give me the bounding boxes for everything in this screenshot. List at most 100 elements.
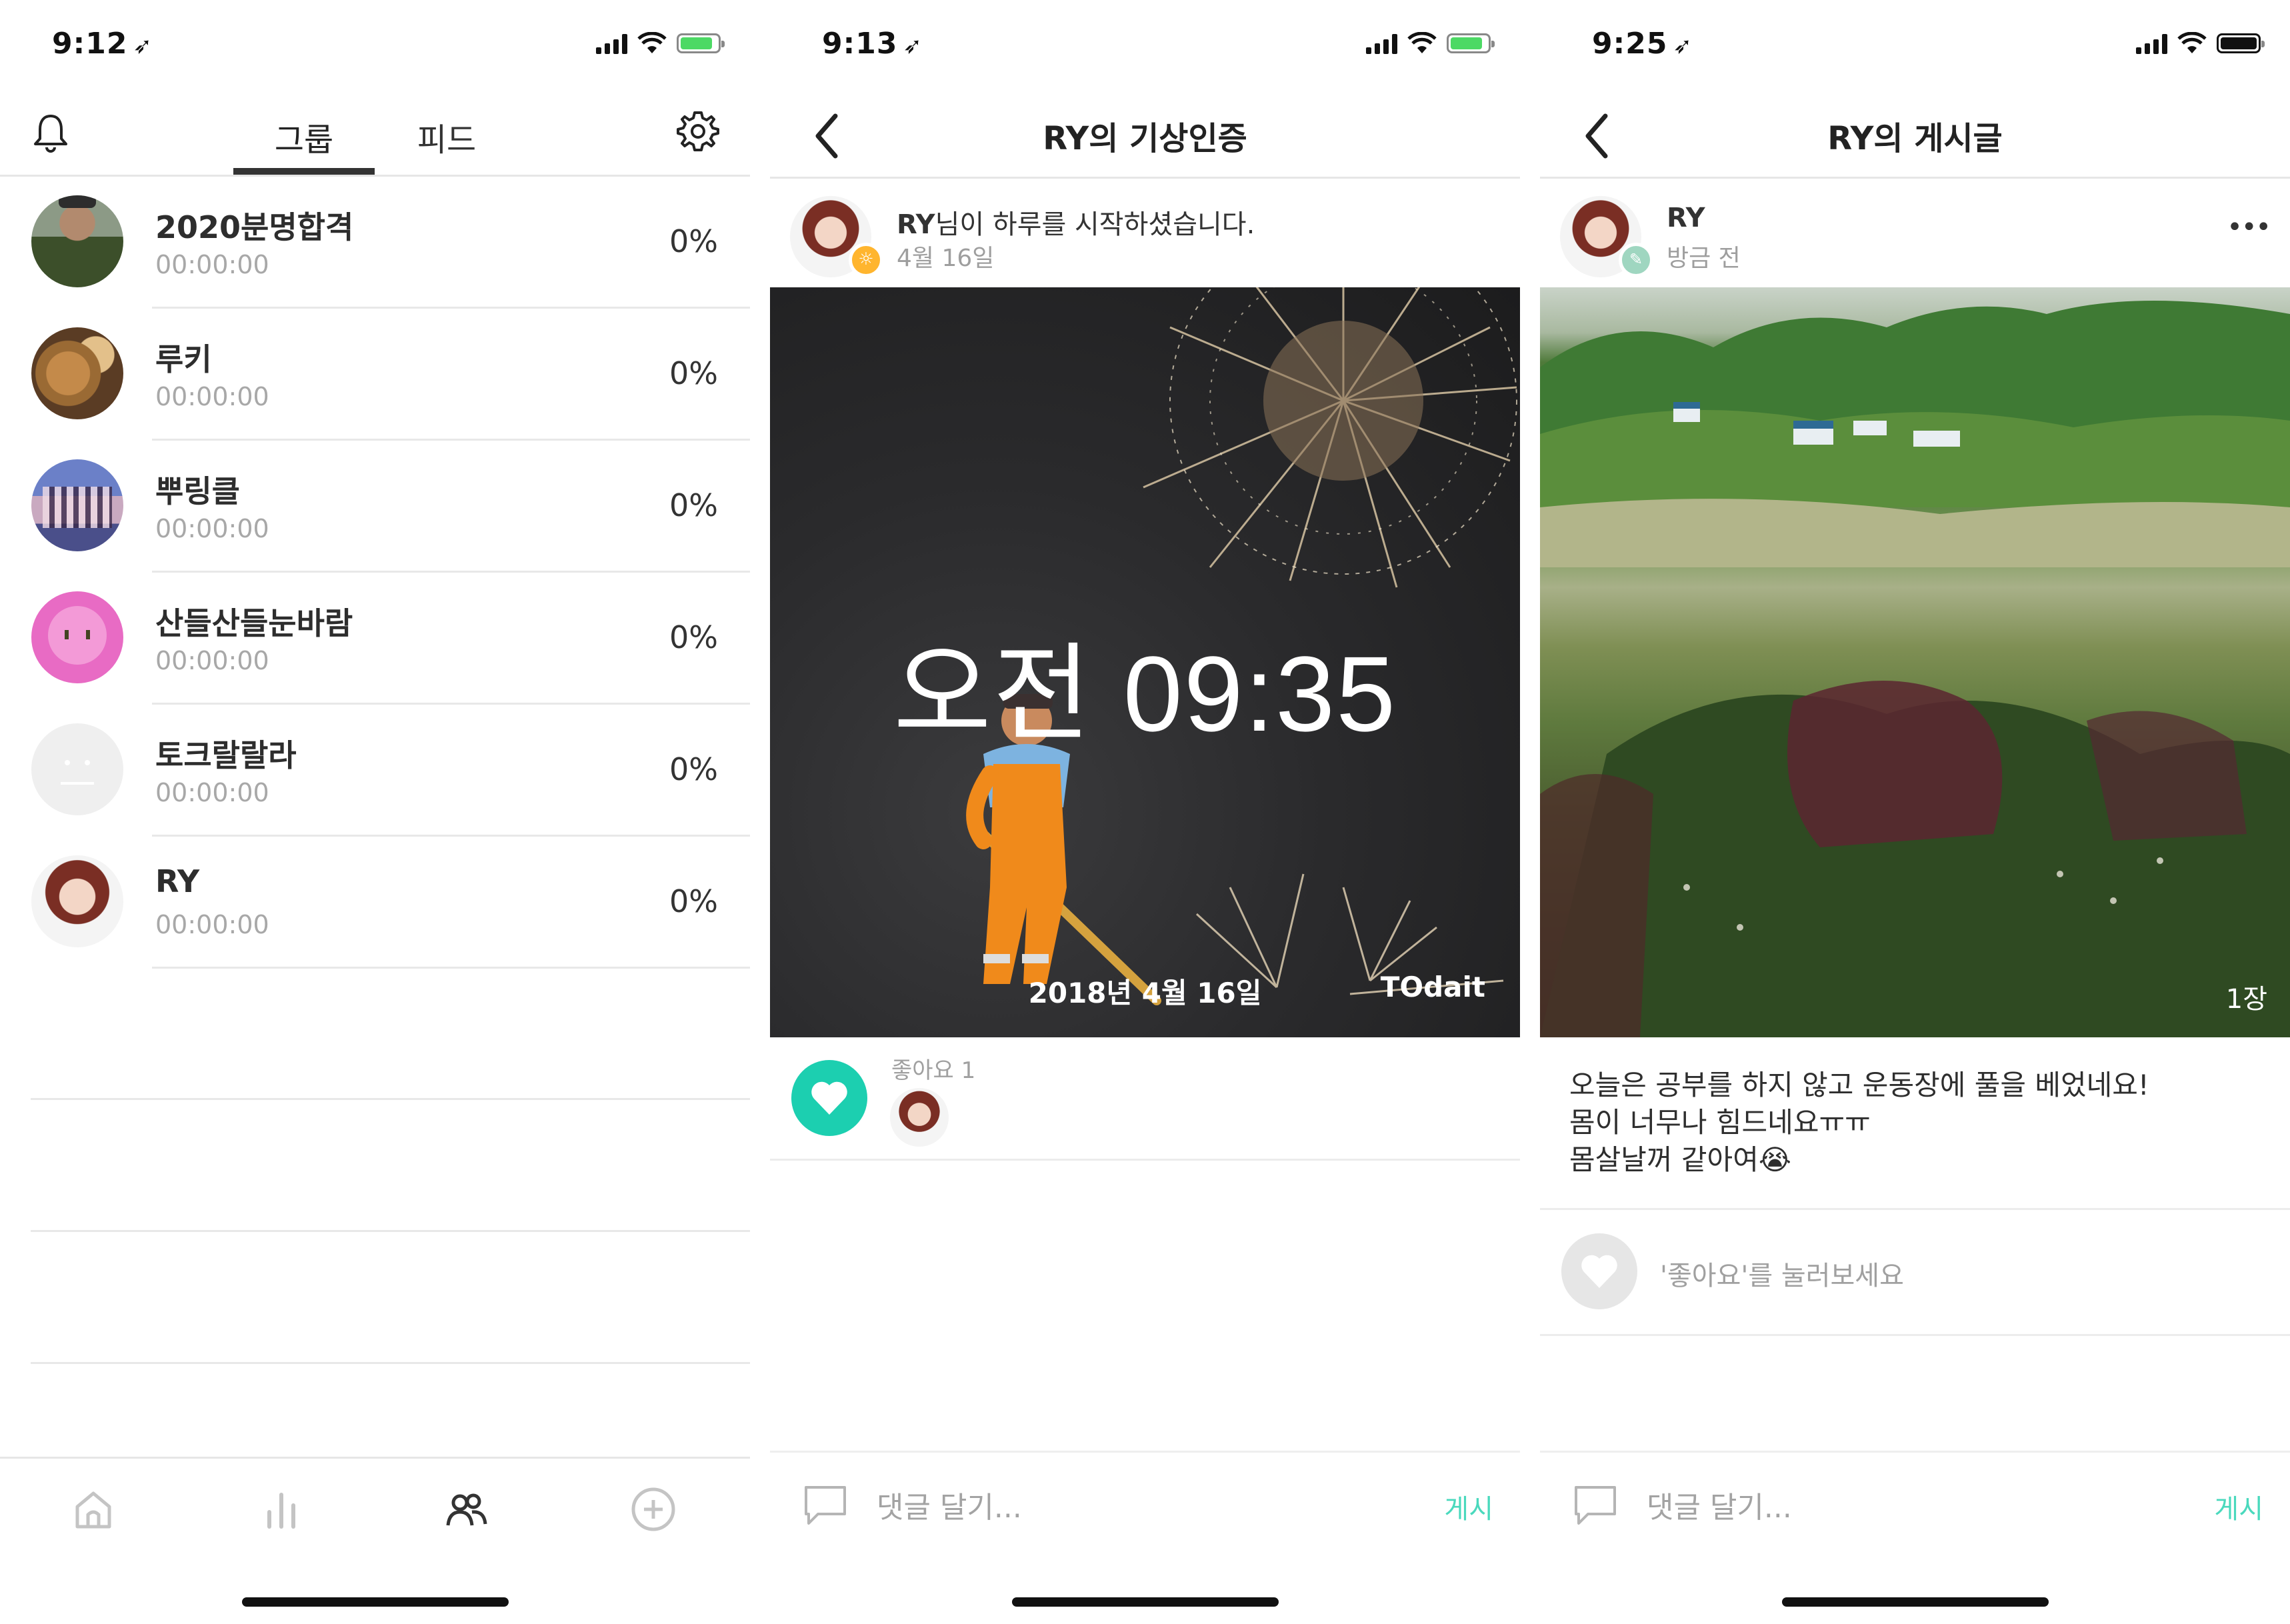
wifi-icon — [637, 32, 667, 53]
more-options-icon[interactable]: ••• — [2227, 212, 2271, 243]
sun-badge-icon: ☼ — [849, 243, 883, 277]
screen-gap — [750, 0, 770, 1624]
location-icon: ➶ — [903, 33, 923, 59]
post-comment-button[interactable]: 게시 — [2214, 1487, 2263, 1526]
divider — [31, 1362, 750, 1364]
screen-gap — [1520, 0, 1540, 1624]
group-name: 토크랄랄라 — [155, 737, 297, 773]
add-icon[interactable] — [629, 1485, 677, 1533]
home-indicator — [1781, 1597, 2049, 1607]
battery-icon — [1447, 33, 1495, 53]
bell-icon[interactable] — [32, 112, 69, 153]
group-time: 00:00:00 — [155, 382, 269, 411]
post-detail-screen: 9:25 ➶ RY의 게시글 ✎ RY 방금 전 ••• 1장 오늘은 공부를 … — [1540, 0, 2290, 1624]
comment-bubble-icon — [805, 1486, 846, 1525]
comment-bar: 댓글 달기... 게시 — [1540, 1451, 2290, 1553]
nav-header: RY의 기상인증 — [770, 93, 1520, 179]
group-name: 산들산들눈바람 — [155, 605, 353, 641]
list-item[interactable]: 뿌링클 00:00:00 0% — [0, 441, 750, 573]
post-time: 방금 전 — [1667, 245, 1741, 272]
list-item[interactable]: 2020분명합격 00:00:00 0% — [0, 177, 750, 309]
status-time: 9:13 ➶ — [822, 27, 923, 61]
divider — [31, 1098, 750, 1100]
status-time: 9:25 ➶ — [1592, 27, 1693, 61]
like-prompt-text: '좋아요'를 눌러보세요 — [1660, 1261, 1904, 1291]
group-avatar — [31, 327, 123, 419]
location-icon: ➶ — [1673, 33, 1693, 59]
like-count: 좋아요 1 — [891, 1057, 976, 1084]
top-nav: 그룹 피드 — [0, 93, 750, 177]
post-message: RY님이 하루를 시작하셨습니다. — [897, 209, 1255, 240]
heart-icon — [811, 1081, 847, 1115]
post-date: 4월 16일 — [897, 245, 995, 272]
liker-avatar[interactable] — [890, 1088, 949, 1147]
post-comment-button[interactable]: 게시 — [1444, 1487, 1493, 1526]
settings-gear-icon[interactable] — [676, 109, 720, 153]
wakeup-photo[interactable]: 오전 09:35 2018년 4월 16일 TOdait — [770, 287, 1520, 1037]
signal-icon — [2136, 33, 2167, 54]
group-list-screen: 9:12 ➶ 그룹 피드 2020분명합격 00:00:00 0% 루키 00:0… — [0, 0, 750, 1624]
home-indicator — [1011, 1597, 1279, 1607]
page-title: RY의 기상인증 — [1043, 120, 1247, 157]
divider — [31, 1230, 750, 1232]
group-avatar — [31, 723, 123, 815]
list-item[interactable]: 루키 00:00:00 0% — [0, 309, 750, 441]
post-text-line: 오늘은 공부를 하지 않고 운동장에 풀을 베었네요! — [1569, 1069, 2149, 1101]
group-name: 2020분명합격 — [155, 209, 354, 245]
wifi-icon — [1407, 32, 1437, 53]
group-icon[interactable] — [443, 1485, 491, 1533]
post-header: ☼ RY님이 하루를 시작하셨습니다. 4월 16일 — [770, 179, 1520, 287]
group-time: 00:00:00 — [155, 514, 269, 543]
comment-input[interactable]: 댓글 달기... — [1647, 1483, 1792, 1526]
wifi-icon — [2177, 32, 2207, 53]
stats-icon[interactable] — [257, 1485, 305, 1533]
home-icon[interactable] — [69, 1485, 117, 1533]
list-item[interactable]: RY 00:00:00 0% — [0, 837, 750, 969]
post-header: ✎ RY 방금 전 ••• — [1540, 179, 2290, 287]
group-name: 루키 — [155, 341, 212, 377]
tab-indicator — [233, 168, 375, 175]
group-percent: 0% — [669, 223, 718, 259]
like-button[interactable] — [791, 1060, 867, 1136]
post-author: RY — [897, 209, 935, 240]
group-name: 뿌링클 — [155, 473, 240, 509]
list-item[interactable]: 산들산들눈바람 00:00:00 0% — [0, 573, 750, 705]
wakeup-post-screen: 9:13 ➶ RY의 기상인증 ☼ RY님이 하루를 시작하셨습니다. 4월 16… — [770, 0, 1520, 1624]
group-time: 00:00:00 — [155, 250, 269, 279]
group-avatar — [31, 591, 123, 683]
post-text-line: 몸이 너무나 힘드네요ㅠㅠ — [1569, 1106, 1871, 1139]
group-percent: 0% — [669, 355, 718, 391]
brand-watermark: TOdait — [1380, 971, 1485, 1003]
group-time: 00:00:00 — [155, 646, 269, 675]
group-time: 00:00:00 — [155, 910, 269, 939]
status-time: 9:12 ➶ — [52, 27, 153, 61]
post-author: RY — [1667, 203, 1705, 233]
comment-input[interactable]: 댓글 달기... — [877, 1483, 1022, 1526]
post-photo[interactable]: 1장 — [1540, 287, 2290, 1037]
tab-feed[interactable]: 피드 — [393, 113, 500, 160]
like-button[interactable] — [1561, 1233, 1637, 1309]
nav-header: RY의 게시글 — [1540, 93, 2290, 179]
landscape-illustration — [1540, 301, 2290, 1037]
status-bar: 9:25 ➶ — [1540, 0, 2290, 93]
tab-group-label: 그룹 — [274, 121, 334, 159]
group-avatar — [31, 459, 123, 551]
group-avatar — [31, 195, 123, 287]
home-indicator — [241, 1597, 509, 1607]
group-percent: 0% — [669, 619, 718, 655]
group-percent: 0% — [669, 883, 718, 919]
comment-bubble-icon — [1575, 1486, 1616, 1525]
location-icon: ➶ — [133, 33, 153, 59]
heart-icon — [1581, 1255, 1617, 1288]
bottom-tab-bar — [0, 1457, 750, 1552]
status-bar: 9:13 ➶ — [770, 0, 1520, 93]
post-text-line: 몸살날꺼 같아여😭 — [1569, 1143, 1791, 1176]
list-item[interactable]: 토크랄랄라 00:00:00 0% — [0, 705, 750, 837]
photo-count-badge: 1장 — [2225, 984, 2267, 1015]
post-body: 오늘은 공부를 하지 않고 운동장에 풀을 베었네요! 몸이 너무나 힘드네요ㅠ… — [1569, 1067, 2270, 1179]
like-section: 좋아요 1 — [770, 1037, 1520, 1161]
status-bar: 9:12 ➶ — [0, 0, 750, 93]
tab-group[interactable]: 그룹 — [233, 107, 375, 175]
comment-bar: 댓글 달기... 게시 — [770, 1451, 1520, 1553]
pencil-badge-icon: ✎ — [1619, 243, 1653, 277]
